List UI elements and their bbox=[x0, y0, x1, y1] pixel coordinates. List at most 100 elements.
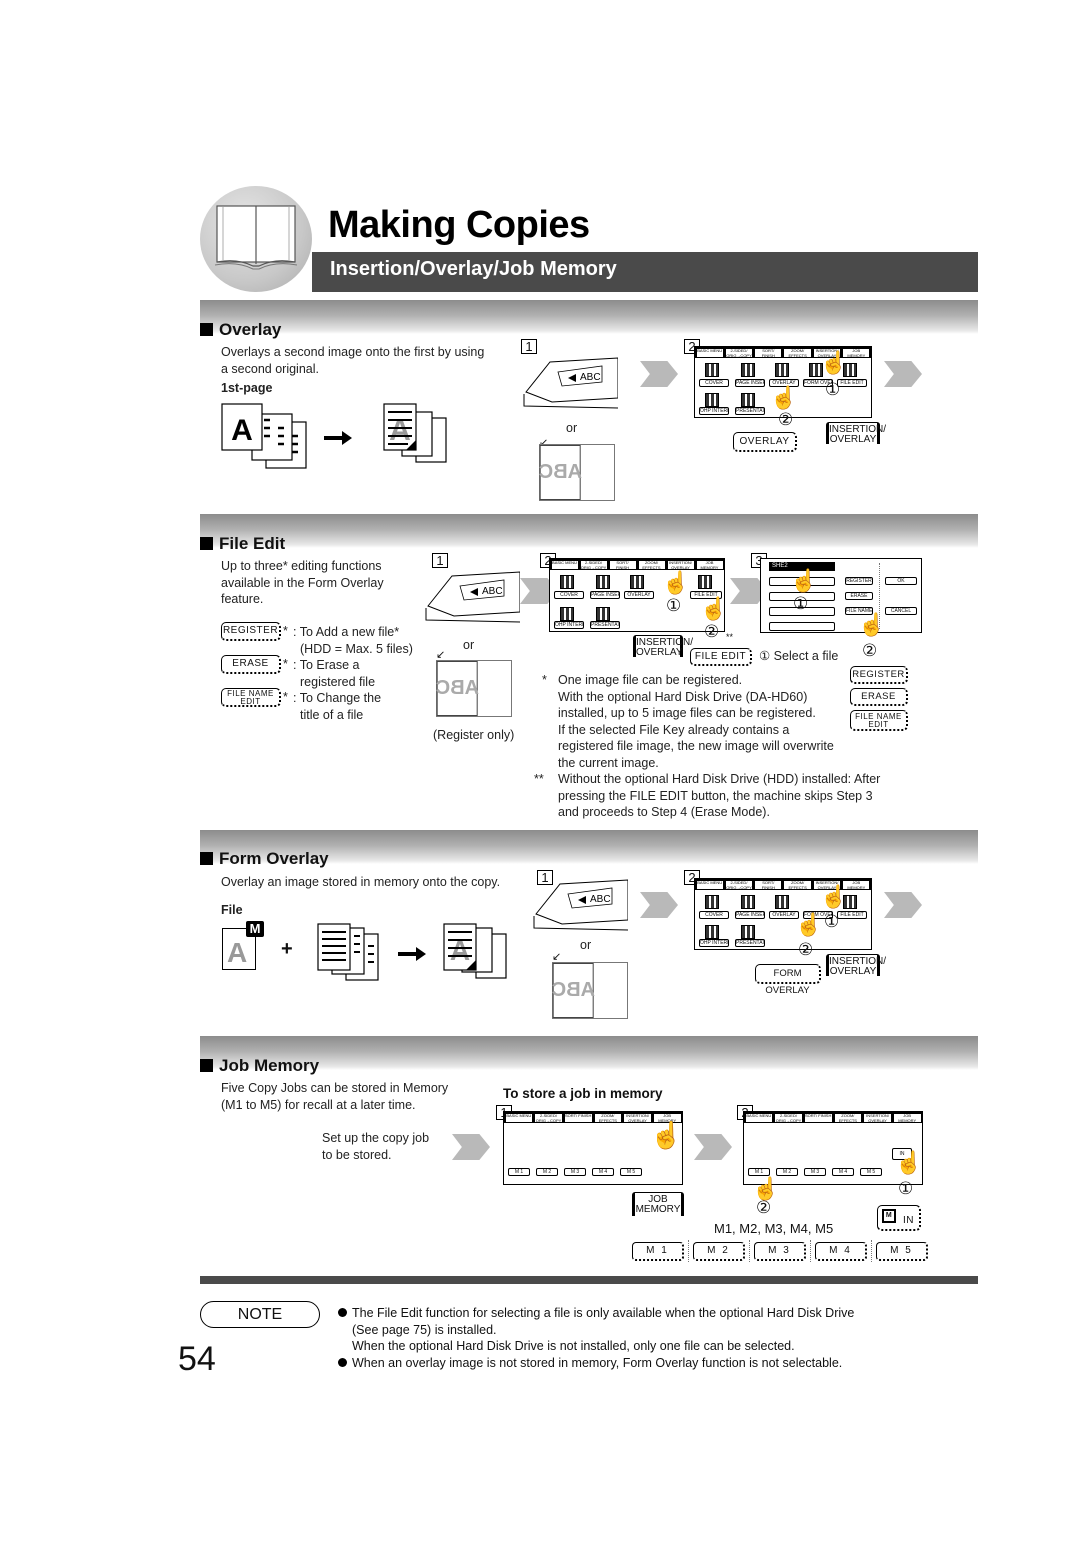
page-insertion-button[interactable]: PAGE INSERTION bbox=[590, 591, 620, 599]
form-overlay-key[interactable]: FORM OVERLAY bbox=[755, 964, 821, 996]
glass-original-text: ABC bbox=[436, 661, 479, 716]
memory-slot-m2[interactable]: M 2 bbox=[776, 1168, 798, 1176]
memory-key-m5[interactable]: M 5 bbox=[876, 1241, 928, 1261]
tab-sort-finish[interactable]: SORT/ FINISH bbox=[754, 880, 783, 890]
insertion-overlay-key[interactable]: INSERTION/ OVERLAY bbox=[826, 954, 886, 977]
tab-job-memory[interactable]: JOB MEMORY bbox=[695, 560, 724, 570]
next-step-chevron-icon bbox=[694, 1134, 732, 1160]
pointing-hand-icon: ☝ bbox=[795, 912, 823, 937]
ohp-interleaving-button[interactable]: OHP INTERLEAVING bbox=[554, 621, 584, 629]
pointing-hand-icon: ☝ bbox=[895, 1150, 923, 1175]
tab-basic-menu[interactable]: BASIC MENU bbox=[695, 348, 724, 358]
presentation-icon bbox=[596, 607, 610, 621]
file-name-edit-key[interactable]: FILE NAME EDIT bbox=[850, 710, 908, 731]
page-insertion-button[interactable]: PAGE INSERTION bbox=[735, 911, 765, 919]
tab-insertion-overlay[interactable]: INSERTION/ OVERLAY bbox=[623, 1113, 652, 1123]
cover-icon bbox=[705, 895, 719, 909]
tab-sort-finish[interactable]: SORT/ FINISH bbox=[803, 1113, 833, 1123]
tab-2-sided[interactable]: 2-SIDED/ ORIG→COPY bbox=[724, 348, 754, 358]
file-edit-key[interactable]: FILE EDIT bbox=[690, 648, 752, 666]
divider bbox=[688, 1240, 689, 1262]
register-key[interactable]: REGISTER bbox=[221, 622, 281, 641]
tab-zoom-effects[interactable]: ZOOM/ EFFECTS bbox=[833, 1113, 863, 1123]
memory-slot-m5[interactable]: M 5 bbox=[620, 1168, 642, 1176]
tab-basic-menu[interactable]: BASIC MENU bbox=[504, 1113, 534, 1123]
tab-basic-menu[interactable]: BASIC MENU bbox=[744, 1113, 774, 1123]
tab-zoom-effects[interactable]: ZOOM/ EFFECTS bbox=[783, 880, 812, 890]
tab-basic-menu[interactable]: BASIC MENU bbox=[695, 880, 724, 890]
setup-instruction: Set up the copy job to be stored. bbox=[322, 1130, 429, 1163]
or-text: or bbox=[580, 938, 592, 952]
memory-key-m1[interactable]: M 1 bbox=[632, 1241, 684, 1261]
memory-slot-m4[interactable]: M 4 bbox=[592, 1168, 614, 1176]
tab-2-sided[interactable]: 2-SIDED/ ORIG→COPY bbox=[724, 880, 754, 890]
tab-zoom-effects[interactable]: ZOOM/ EFFECTS bbox=[593, 1113, 623, 1123]
memory-key-m2[interactable]: M 2 bbox=[693, 1241, 745, 1261]
erase-button[interactable]: ERASE bbox=[845, 592, 873, 600]
memory-in-key[interactable]: M IN bbox=[877, 1205, 921, 1231]
erase-key[interactable]: ERASE bbox=[850, 688, 908, 706]
tab-job-memory[interactable]: JOB MEMORY bbox=[892, 1113, 922, 1123]
plus-sign: + bbox=[281, 938, 293, 960]
register-button[interactable]: REGISTER bbox=[845, 577, 873, 585]
cover-button[interactable]: COVER bbox=[699, 911, 729, 919]
arrow-right-icon bbox=[398, 947, 426, 961]
memory-slot-m1[interactable]: M 1 bbox=[748, 1168, 770, 1176]
memory-slot-m1[interactable]: M 1 bbox=[508, 1168, 530, 1176]
footnote-2: Without the optional Hard Disk Drive (HD… bbox=[558, 771, 880, 821]
footnote-line: Without the optional Hard Disk Drive (HD… bbox=[558, 772, 881, 786]
page-title: Making Copies bbox=[328, 204, 590, 246]
tab-2-sided[interactable]: 2-SIDED/ ORIG→COPY bbox=[579, 560, 608, 570]
cover-button[interactable]: COVER bbox=[699, 379, 729, 387]
section-title-text: Job Memory bbox=[219, 1056, 320, 1075]
presentation-icon bbox=[741, 393, 755, 407]
footnote-line: installed, up to 5 image files can be re… bbox=[558, 706, 816, 720]
svg-text:A: A bbox=[231, 414, 253, 447]
tab-insertion-overlay[interactable]: INSERTION/ OVERLAY bbox=[666, 560, 695, 570]
memory-slot-m3[interactable]: M 3 bbox=[564, 1168, 586, 1176]
page-insertion-button[interactable]: PAGE INSERTION bbox=[735, 379, 765, 387]
tab-2-sided[interactable]: 2-SIDED/ ORIG→COPY bbox=[534, 1113, 563, 1123]
overlay-key[interactable]: OVERLAY bbox=[733, 432, 797, 452]
insertion-overlay-key[interactable]: INSERTION/ OVERLAY bbox=[633, 635, 693, 658]
double-star-mark: ** bbox=[726, 632, 734, 642]
file-edit-button[interactable]: FILE EDIT bbox=[837, 911, 867, 919]
memory-slot-m4[interactable]: M 4 bbox=[832, 1168, 854, 1176]
ohp-interleaving-button[interactable]: OHP INTERLEAVING bbox=[699, 407, 729, 415]
erase-key[interactable]: ERASE bbox=[221, 655, 281, 674]
callout-2: ② bbox=[756, 1198, 772, 1217]
overlay-illustration: A A bbox=[221, 403, 447, 469]
register-key[interactable]: REGISTER bbox=[850, 666, 908, 684]
tab-zoom-effects[interactable]: ZOOM/ EFFECTS bbox=[637, 560, 666, 570]
tab-sort-finish[interactable]: SORT/ FINISH bbox=[754, 348, 783, 358]
ohp-interleaving-button[interactable]: OHP INTERLEAVING bbox=[699, 939, 729, 947]
memory-slot-m5[interactable]: M 5 bbox=[860, 1168, 882, 1176]
memory-slot-m2[interactable]: M 2 bbox=[536, 1168, 558, 1176]
file-select-screen: SHE2 REGISTER ERASE FILE NAME EDIT OK CA… bbox=[760, 558, 922, 633]
function-line: : To Erase a bbox=[293, 658, 360, 672]
presentation-button[interactable]: PRESENTATION bbox=[735, 939, 765, 947]
tab-2-sided[interactable]: 2-SIDED/ ORIG→COPY bbox=[774, 1113, 803, 1123]
job-memory-key[interactable]: JOB MEMORY bbox=[632, 1192, 684, 1216]
tab-basic-menu[interactable]: BASIC MENU bbox=[550, 560, 579, 570]
memory-slot-m3[interactable]: M 3 bbox=[804, 1168, 826, 1176]
file-name-edit-key[interactable]: FILE NAME EDIT bbox=[221, 688, 281, 707]
memory-key-m4[interactable]: M 4 bbox=[815, 1241, 867, 1261]
ok-button[interactable]: OK bbox=[885, 577, 917, 585]
insertion-overlay-key[interactable]: INSERTION/ OVERLAY bbox=[826, 422, 886, 445]
presentation-button[interactable]: PRESENTATION bbox=[590, 621, 620, 629]
tab-sort-finish[interactable]: SORT/ FINISH bbox=[608, 560, 637, 570]
tab-sort-finish[interactable]: SORT/ FINISH bbox=[563, 1113, 593, 1123]
form-overlay-sub-label: File bbox=[221, 903, 243, 917]
tab-zoom-effects[interactable]: ZOOM/ EFFECTS bbox=[783, 348, 812, 358]
presentation-button[interactable]: PRESENTATION bbox=[735, 407, 765, 415]
file-slot[interactable] bbox=[769, 622, 835, 631]
memory-key-m3[interactable]: M 3 bbox=[754, 1241, 806, 1261]
file-edit-button[interactable]: FILE EDIT bbox=[837, 379, 867, 387]
overlaid-document-stack-icon: A bbox=[383, 403, 447, 463]
tab-insertion-overlay[interactable]: INSERTION/ OVERLAY bbox=[863, 1113, 892, 1123]
overlay-button[interactable]: OVERLAY bbox=[624, 591, 654, 599]
cover-button[interactable]: COVER bbox=[554, 591, 584, 599]
cancel-button[interactable]: CANCEL bbox=[885, 607, 917, 615]
section-band-file-edit bbox=[200, 514, 978, 548]
